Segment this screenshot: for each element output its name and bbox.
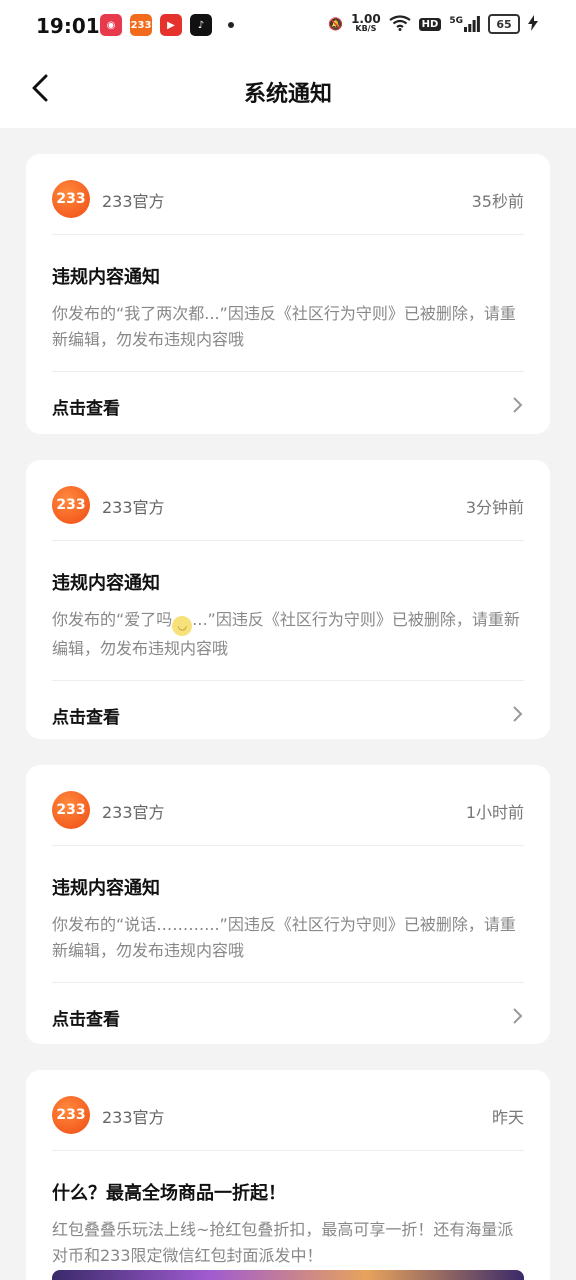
net-speed: 1.00 KB/S (351, 13, 381, 34)
view-details-label: 点击查看 (52, 1010, 120, 1030)
page-title: 系统通知 (243, 82, 332, 107)
notification-body: 你发布的“爱了吗 ◡ ...”因违反《社区行为守则》已被删除，请重新编辑，勿发布违规… (52, 607, 524, 662)
card-header: 233 233官方 1小时前 (52, 765, 524, 846)
notification-body: 你发布的“我了两次都...”因违反《社区行为守则》已被删除，请重新编辑，勿发布违… (52, 304, 516, 349)
sender-logo: 233 (52, 1096, 90, 1134)
app-notification-icon: ◉ (100, 14, 122, 36)
chevron-right-icon (513, 1008, 523, 1024)
signal-icon: 5G (449, 16, 480, 32)
view-details-label: 点击查看 (52, 399, 120, 419)
chevron-right-icon (513, 397, 523, 413)
notification-title: 什么？最高全场商品一折起！ (52, 1183, 286, 1204)
view-details-label: 点击查看 (52, 708, 120, 728)
hd-badge: HD (418, 17, 442, 31)
sender-name: 233官方 (102, 1108, 165, 1127)
status-right: 🔕 1.00 KB/S HD 5G 65 (328, 13, 538, 34)
sender-name: 233官方 (102, 192, 165, 211)
signal-type: 5G (449, 16, 463, 26)
notification-title: 违规内容通知 (52, 878, 160, 899)
status-time: 19:01 (36, 14, 100, 38)
notification-body: 你发布的“说话………...”因违反《社区行为守则》已被删除，请重新编辑，勿发布违… (52, 915, 516, 960)
notification-body: 红包叠叠乐玩法上线~抢红包叠折扣，最高可享一折！还有海量派对币和233限定微信红… (52, 1220, 514, 1265)
status-bar: 19:01 ◉ 233 ▶ ♪ 🔕 1.00 KB/S HD 5G 65 (0, 0, 576, 52)
notification-title: 违规内容通知 (52, 573, 160, 594)
chevron-right-icon (513, 706, 523, 722)
card-header: 233 233官方 35秒前 (52, 154, 524, 235)
sender-logo: 233 (52, 180, 90, 218)
app-233-icon: 233 (130, 14, 152, 36)
view-details-row[interactable]: 点击查看 (52, 982, 524, 1049)
battery-level: 65 (496, 17, 512, 31)
smirk-emoji-icon: ◡ (172, 616, 193, 636)
card-header: 233 233官方 昨天 (52, 1070, 524, 1151)
charging-icon (528, 14, 538, 34)
notification-time: 昨天 (491, 1108, 524, 1127)
notification-body-prefix: 你发布的“爱了吗 (52, 610, 173, 629)
sender-name: 233官方 (102, 498, 165, 517)
mute-icon: 🔕 (328, 17, 344, 31)
notification-card: 233 233官方 3分钟前 违规内容通知 你发布的“爱了吗 ◡ ...”因违反《社… (26, 460, 550, 739)
promo-banner-image (52, 1270, 524, 1280)
battery-icon: 65 (488, 14, 520, 34)
notification-card: 233 233官方 1小时前 违规内容通知 你发布的“说话………...”因违反《… (26, 765, 550, 1044)
card-header: 233 233官方 3分钟前 (52, 460, 524, 541)
view-details-row[interactable]: 点击查看 (52, 371, 524, 438)
notification-time: 35秒前 (471, 192, 524, 211)
sender-logo: 233 (52, 486, 90, 524)
nav-header: 系统通知 (0, 52, 576, 128)
status-app-icons: ◉ 233 ▶ ♪ (100, 14, 234, 36)
notification-time: 1小时前 (465, 803, 524, 822)
sender-name: 233官方 (102, 803, 165, 822)
app-video-icon: ▶ (160, 14, 182, 36)
app-tiktok-icon: ♪ (190, 14, 212, 36)
view-details-row[interactable]: 点击查看 (52, 680, 524, 747)
notification-card[interactable]: 233 233官方 昨天 什么？最高全场商品一折起！ 红包叠叠乐玩法上线~抢红包… (26, 1070, 550, 1280)
notification-time: 3分钟前 (465, 498, 524, 517)
more-dot-icon (228, 22, 234, 28)
sender-logo: 233 (52, 791, 90, 829)
notification-card: 233 233官方 35秒前 违规内容通知 你发布的“我了两次都...”因违反《… (26, 154, 550, 434)
wifi-icon (389, 14, 411, 34)
net-speed-unit: KB/S (355, 24, 377, 33)
notification-title: 违规内容通知 (52, 267, 160, 288)
